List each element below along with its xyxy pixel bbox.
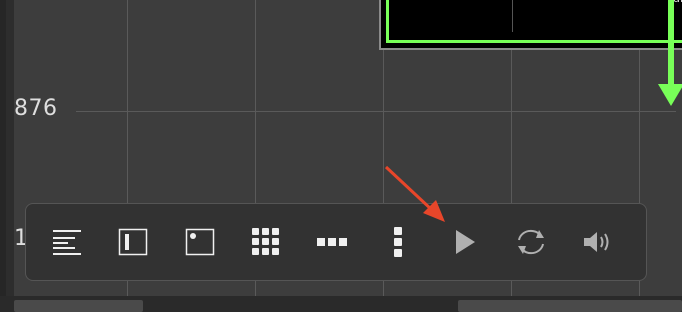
scrollbar-thumb-left[interactable] <box>14 300 143 312</box>
vertical-layout-button[interactable] <box>379 223 417 261</box>
align-left-icon <box>53 230 81 255</box>
volume-button[interactable] <box>578 223 616 261</box>
volume-icon <box>584 232 609 252</box>
play-icon <box>455 230 475 254</box>
panel-layout-button[interactable] <box>114 223 152 261</box>
node-tag: ab <box>673 0 682 5</box>
image-icon <box>185 228 214 256</box>
canvas-node[interactable]: ab <box>379 0 682 50</box>
loop-button[interactable] <box>512 223 550 261</box>
horizontal-layout-button[interactable] <box>313 223 351 261</box>
grid-view-button[interactable] <box>247 223 285 261</box>
play-button[interactable] <box>446 223 484 261</box>
left-panel-border <box>0 0 6 312</box>
refresh-icon <box>517 229 544 255</box>
bottom-toolbar <box>25 203 647 281</box>
connection-line <box>668 0 674 90</box>
scrollbar-thumb-right[interactable] <box>458 300 682 312</box>
left-panel-edge <box>0 0 14 312</box>
row-label: 876 <box>14 96 58 121</box>
connection-arrow-icon <box>658 84 682 106</box>
horizontal-dots-icon <box>317 238 347 246</box>
align-left-button[interactable] <box>48 223 86 261</box>
panel-left-icon <box>119 228 148 256</box>
vertical-dots-icon <box>394 227 403 257</box>
node-divider <box>512 0 513 32</box>
image-view-button[interactable] <box>181 223 219 261</box>
grid-view-icon <box>251 228 279 255</box>
node-selection-outline <box>386 0 682 43</box>
